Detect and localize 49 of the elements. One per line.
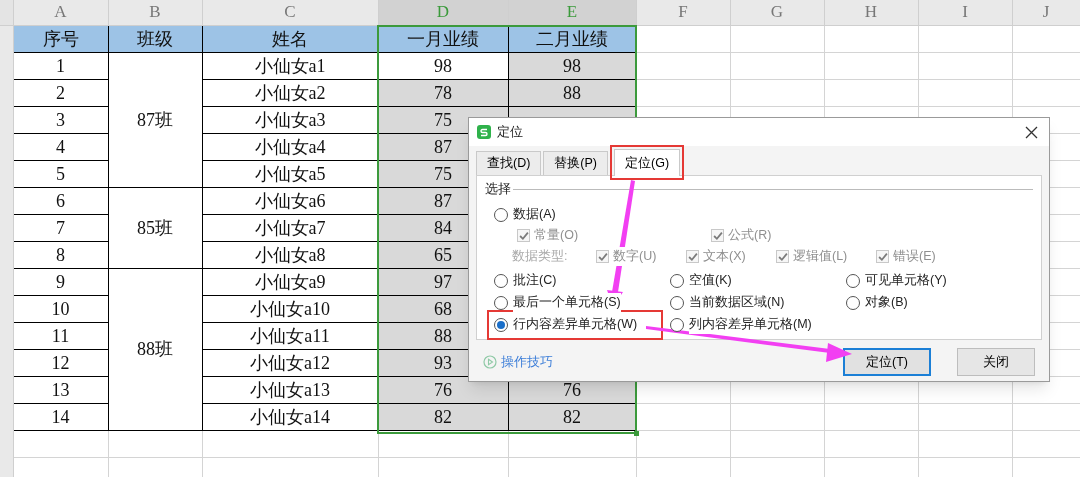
radio-button[interactable] [494, 207, 508, 222]
radio-button[interactable] [670, 273, 684, 288]
column-header[interactable]: G [730, 0, 824, 25]
radio-button[interactable] [846, 273, 860, 288]
table-cell: 9 [13, 268, 108, 295]
table-cell: 1 [13, 52, 108, 79]
checkbox-label: 数字(U) [613, 247, 657, 267]
radio-button[interactable] [670, 317, 684, 332]
dialog-button[interactable]: 关闭 [957, 348, 1035, 376]
table-cell: 6 [13, 187, 108, 214]
table-cell: 85班 [108, 187, 202, 268]
column-header[interactable]: J [1012, 0, 1080, 25]
app-logo-icon [477, 125, 491, 139]
play-icon [483, 355, 497, 369]
fill-handle[interactable] [634, 431, 639, 436]
header-cell: 序号 [13, 25, 108, 52]
table-cell: 78 [378, 79, 508, 106]
column-header[interactable]: C [202, 0, 378, 25]
radio-label: 最后一个单元格(S) [513, 293, 621, 313]
table-cell: 98 [508, 52, 636, 79]
column-header[interactable]: A [13, 0, 108, 25]
header-cell: 二月业绩 [508, 25, 636, 52]
column-header[interactable]: E [508, 0, 636, 25]
tab[interactable]: 替换(P) [543, 151, 609, 175]
table-cell: 82 [508, 403, 636, 430]
radio-button[interactable] [494, 317, 508, 332]
header-cell: 姓名 [202, 25, 378, 52]
radio-button[interactable] [670, 295, 684, 310]
close-icon [1024, 125, 1038, 139]
tab[interactable]: 查找(D) [476, 151, 542, 175]
data-type-label: 数据类型: [512, 248, 569, 266]
radio-button[interactable] [494, 273, 508, 288]
radio-button[interactable] [846, 295, 860, 310]
column-header[interactable]: F [636, 0, 730, 25]
column-header[interactable]: H [824, 0, 918, 25]
table-cell: 87班 [108, 52, 202, 187]
table-cell: 82 [378, 403, 508, 430]
radio-label: 列内容差异单元格(M) [689, 315, 812, 335]
dialog-button[interactable]: 定位(T) [843, 348, 931, 376]
table-cell: 98 [378, 52, 508, 79]
table-cell: 88 [508, 79, 636, 106]
column-header[interactable]: B [108, 0, 202, 25]
table-cell: 88班 [108, 268, 202, 430]
tab[interactable]: 定位(G) [614, 149, 681, 176]
header-cell: 班级 [108, 25, 202, 52]
column-header[interactable]: I [918, 0, 1012, 25]
radio-button[interactable] [494, 295, 508, 310]
column-header[interactable]: D [378, 0, 508, 25]
header-cell: 一月业绩 [378, 25, 508, 52]
